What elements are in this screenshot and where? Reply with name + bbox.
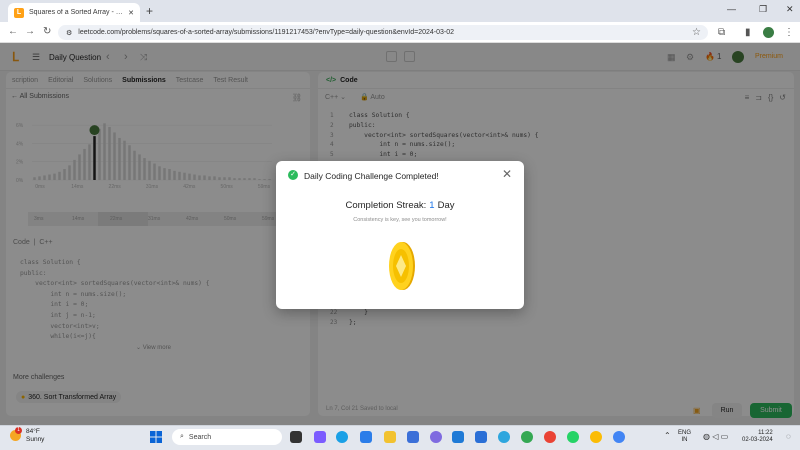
taskbar-clock[interactable]: 11:22 02-03-2024	[742, 430, 773, 444]
close-tab-icon[interactable]: ✕	[128, 9, 134, 17]
chrome-alt-icon[interactable]	[590, 431, 602, 443]
chrome-icon[interactable]	[521, 431, 533, 443]
leetcode-favicon-icon: L	[14, 7, 24, 18]
weather-condition: Sunny	[26, 436, 45, 443]
search-label: Search	[188, 433, 212, 441]
telegram-icon[interactable]	[498, 431, 510, 443]
input-language[interactable]: ENG IN	[678, 430, 691, 444]
weather-badge: 1	[15, 427, 22, 434]
close-window-icon[interactable]: ✕	[786, 4, 794, 15]
minimize-icon[interactable]: —	[727, 4, 736, 14]
task-view-icon[interactable]	[290, 431, 302, 443]
edge-icon[interactable]	[336, 431, 348, 443]
search-icon: ⌕	[180, 433, 184, 440]
tray-chevron-icon[interactable]: ⌃	[664, 431, 671, 440]
extensions-icon[interactable]: ⧉	[718, 27, 725, 38]
modal-title: Daily Coding Challenge Completed!	[304, 171, 439, 181]
whatsapp-icon[interactable]	[567, 431, 579, 443]
bookmark-star-icon[interactable]: ☆	[692, 27, 701, 38]
lang-bottom: IN	[681, 437, 688, 443]
streak-unit: Day	[437, 200, 455, 211]
streak-label: Completion Streak:	[345, 200, 427, 211]
profile-avatar[interactable]	[763, 27, 774, 38]
store-icon[interactable]	[360, 431, 372, 443]
browser-tab[interactable]: L Squares of a Sorted Array - Lee ✕	[8, 3, 140, 22]
notifications-icon[interactable]: ◌	[786, 432, 791, 441]
back-icon[interactable]: ←	[8, 26, 18, 37]
check-circle-icon: ✓	[288, 170, 298, 180]
modal-subtitle: Consistency is key, see you tomorrow!	[353, 217, 447, 223]
side-panel-icon[interactable]: ▮	[745, 27, 751, 38]
chrome-profile-icon[interactable]	[544, 431, 556, 443]
lang-top: ENG	[678, 430, 692, 436]
mail-icon[interactable]	[407, 431, 419, 443]
gold-coin-icon	[389, 242, 415, 290]
app-icon[interactable]	[430, 431, 442, 443]
url-bar[interactable]: ⚙ leetcode.com/problems/squares-of-a-sor…	[58, 25, 708, 40]
outlook-icon[interactable]	[452, 431, 464, 443]
completion-streak: Completion Streak: 1 Day	[276, 200, 524, 211]
vscode-icon[interactable]	[475, 431, 487, 443]
chat-app-icon[interactable]	[314, 431, 326, 443]
daily-challenge-modal: ✓ Daily Coding Challenge Completed! ✕ Co…	[276, 161, 524, 309]
file-explorer-icon[interactable]	[384, 431, 396, 443]
reload-icon[interactable]: ↻	[43, 26, 51, 37]
system-tray-icons[interactable]: ◍ ◁ ▭	[703, 432, 728, 441]
browser-menu-icon[interactable]: ⋮	[784, 27, 794, 38]
site-info-icon[interactable]: ⚙	[66, 29, 72, 37]
browser-tab-title: Squares of a Sorted Array - Lee	[29, 9, 124, 16]
streak-value: 1	[429, 200, 435, 211]
maximize-icon[interactable]: ❐	[759, 4, 767, 15]
clock-date: 02-03-2024	[742, 437, 773, 443]
weather-widget[interactable]: 84°F Sunny	[26, 428, 44, 444]
temperature: 84°F	[26, 428, 40, 435]
modal-close-button[interactable]: ✕	[502, 167, 512, 181]
chrome-third-icon[interactable]	[613, 431, 625, 443]
windows-start-icon[interactable]	[150, 431, 162, 443]
clock-time: 11:22	[758, 430, 773, 436]
url-text: leetcode.com/problems/squares-of-a-sorte…	[78, 29, 455, 36]
taskbar-search[interactable]: ⌕ Search	[172, 429, 282, 445]
new-tab-button[interactable]: +	[146, 4, 153, 18]
forward-icon[interactable]: →	[25, 26, 35, 37]
